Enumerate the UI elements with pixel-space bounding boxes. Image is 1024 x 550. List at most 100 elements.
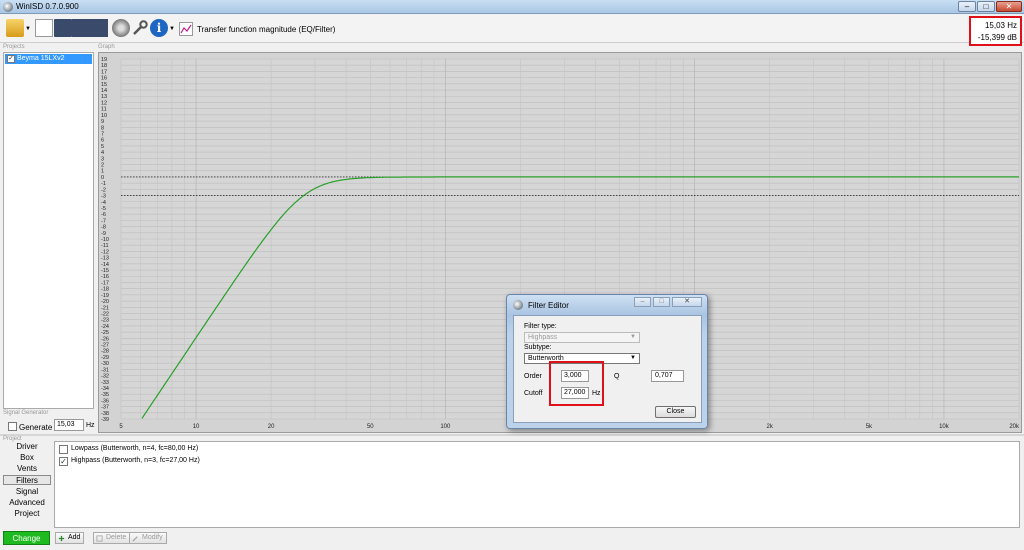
y-tick-label: -31 (101, 367, 109, 373)
x-tick-label: 50 (367, 424, 374, 430)
nav-vents[interactable]: Vents (3, 464, 51, 474)
panel-divider[interactable] (0, 434, 1024, 436)
y-tick-label: 19 (101, 57, 107, 63)
projects-header: Projects (3, 44, 25, 50)
close-window-button[interactable]: ✕ (996, 1, 1022, 12)
y-tick-label: 18 (101, 63, 107, 69)
filter-item-lowpass[interactable]: Lowpass (Butterworth, n=4, fc=80,00 Hz) (57, 443, 957, 455)
modify-button[interactable]: Modify (129, 532, 167, 544)
save-all-icon[interactable] (90, 19, 108, 37)
filter-checkbox[interactable] (59, 445, 68, 454)
y-tick-label: 4 (101, 150, 104, 156)
info-dropdown-arrow-icon[interactable]: ▼ (169, 26, 175, 32)
y-tick-label: -38 (101, 411, 109, 417)
project-checkbox[interactable]: ✓ (7, 55, 15, 63)
y-tick-label: 16 (101, 76, 107, 82)
y-tick-label: -29 (101, 355, 109, 361)
chevron-down-icon: ▼ (630, 355, 636, 361)
y-tick-label: -17 (101, 280, 109, 286)
add-icon (58, 535, 65, 542)
project-item-label: Beyma 15LXv2 (17, 55, 65, 62)
y-tick-label: 15 (101, 82, 107, 88)
new-project-icon[interactable] (35, 19, 53, 37)
save-as-icon[interactable] (72, 19, 90, 37)
nav-box[interactable]: Box (3, 453, 51, 463)
delete-button[interactable]: Delete (93, 532, 131, 544)
dialog-minimize-button[interactable]: – (634, 297, 651, 307)
chevron-down-icon: ▼ (630, 334, 636, 340)
y-tick-label: 12 (101, 100, 107, 106)
dialog-close-button[interactable]: ✕ (672, 297, 702, 307)
y-tick-label: 1 (101, 169, 104, 175)
filter-editor-dialog[interactable]: Filter Editor – □ ✕ Filter type: Highpas… (506, 294, 708, 429)
y-tick-label: 0 (101, 175, 104, 181)
x-tick-label: 5 (119, 424, 123, 430)
open-dropdown-arrow-icon[interactable]: ▼ (25, 26, 31, 32)
graph-type-icon[interactable] (179, 22, 193, 36)
dialog-body: Filter type: Highpass ▼ Subtype: Butterw… (513, 315, 702, 423)
y-tick-label: -4 (101, 200, 106, 206)
y-tick-label: -11 (101, 243, 109, 249)
filter-type-select[interactable]: Highpass ▼ (524, 332, 640, 343)
y-tick-label: -33 (101, 380, 109, 386)
maximize-button[interactable]: □ (977, 1, 995, 12)
y-tick-label: 3 (101, 156, 104, 162)
readout-frequency: 15,03 Hz (984, 21, 1017, 30)
filter-item-highpass[interactable]: ✓ Highpass (Butterworth, n=3, fc=27,00 H… (57, 455, 957, 467)
filter-item-label: Highpass (Butterworth, n=3, fc=27,00 Hz) (71, 457, 200, 464)
y-tick-label: -1 (101, 181, 106, 187)
y-tick-label: 17 (101, 69, 107, 75)
wrench-icon[interactable] (131, 19, 149, 37)
y-tick-label: 7 (101, 131, 104, 137)
close-button[interactable]: Close (655, 406, 696, 418)
add-button-label: Add (68, 534, 81, 541)
project-list[interactable]: Beyma 15LXv2 ✓ (3, 52, 94, 409)
x-tick-label: 20k (1009, 424, 1020, 430)
driver-database-icon[interactable] (112, 19, 130, 37)
y-tick-label: 2 (101, 163, 104, 169)
y-tick-label: -18 (101, 287, 109, 293)
project-item[interactable]: Beyma 15LXv2 (5, 54, 92, 64)
y-tick-label: -3 (101, 194, 106, 200)
nav-driver[interactable]: Driver (3, 442, 51, 452)
subtype-label: Subtype: (524, 344, 552, 351)
filter-list[interactable]: Lowpass (Butterworth, n=4, fc=80,00 Hz) … (54, 441, 1020, 528)
y-tick-label: -39 (101, 417, 109, 423)
change-button[interactable]: Change (3, 531, 50, 545)
filter-checkbox[interactable]: ✓ (59, 457, 68, 466)
generator-frequency-input[interactable]: 15,03 (54, 419, 84, 431)
filter-item-label: Lowpass (Butterworth, n=4, fc=80,00 Hz) (71, 445, 199, 452)
order-label: Order (524, 373, 542, 380)
generate-checkbox[interactable] (8, 422, 17, 431)
y-tick-label: -14 (101, 262, 109, 268)
y-tick-label: -23 (101, 318, 109, 324)
y-tick-label: -22 (101, 311, 109, 317)
nav-advanced[interactable]: Advanced (3, 498, 51, 508)
y-tick-label: -37 (101, 405, 109, 411)
dialog-app-icon (513, 300, 523, 310)
x-tick-label: 10k (939, 424, 950, 430)
readout-level: -15,399 dB (977, 33, 1017, 42)
modify-button-label: Modify (142, 534, 163, 541)
app-icon (3, 2, 13, 12)
info-icon[interactable]: i (150, 19, 168, 37)
minimize-button[interactable]: – (958, 1, 976, 12)
nav-filters[interactable]: Filters (3, 475, 51, 485)
add-button[interactable]: Add (55, 532, 85, 544)
cursor-readout: 15,03 Hz -15,399 dB (969, 16, 1022, 46)
y-tick-label: 8 (101, 125, 104, 131)
open-folder-icon[interactable] (6, 19, 24, 37)
nav-project[interactable]: Project (3, 509, 51, 519)
dialog-maximize-button[interactable]: □ (653, 297, 670, 307)
delete-icon (96, 535, 103, 542)
signal-generator-header: Signal Generator (3, 410, 49, 416)
x-tick-label: 10 (193, 424, 200, 430)
filter-type-label: Filter type: (524, 323, 557, 330)
q-label: Q (614, 373, 620, 380)
x-tick-label: 100 (440, 424, 451, 430)
nav-signal[interactable]: Signal (3, 487, 51, 497)
save-icon[interactable] (54, 19, 72, 37)
q-input[interactable]: 0,707 (651, 370, 684, 382)
graph-type-selector[interactable]: Transfer function magnitude (EQ/Filter) (197, 25, 335, 34)
x-tick-label: 2k (767, 424, 774, 430)
